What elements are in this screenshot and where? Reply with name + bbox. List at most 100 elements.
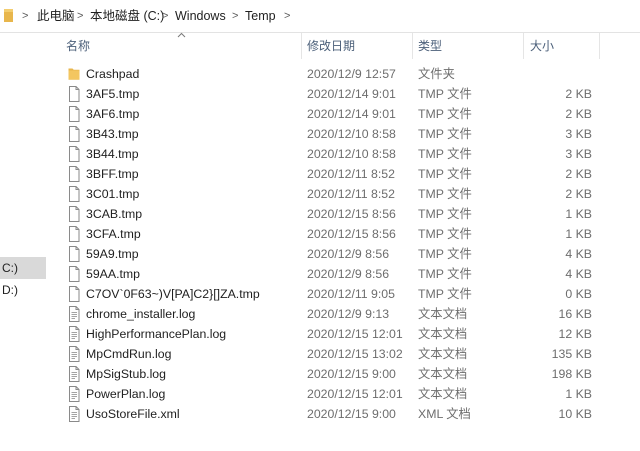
file-icon [68,126,80,142]
text-file-icon [68,306,80,322]
file-row[interactable]: 3AF5.tmp 2020/12/14 9:01 TMP 文件 2 KB [62,84,600,104]
file-name: MpCmdRun.log [86,347,172,361]
file-icon [68,206,80,222]
file-modified-date: 2020/12/15 9:00 [307,367,396,381]
breadcrumb-separator-icon[interactable]: > [77,8,83,25]
file-size: 10 KB [558,407,593,421]
file-modified-date: 2020/12/15 8:56 [307,207,396,221]
breadcrumb-separator-icon[interactable]: > [162,8,168,25]
folder-icon [4,9,13,22]
file-modified-date: 2020/12/9 8:56 [307,267,390,281]
file-modified-date: 2020/12/15 12:01 [307,327,403,341]
file-type: 文件夹 [418,67,455,81]
file-icon [68,286,80,302]
file-name: chrome_installer.log [86,307,196,321]
file-modified-date: 2020/12/15 13:02 [307,347,403,361]
file-icon [68,106,80,122]
column-header-type[interactable]: 类型 [418,35,442,57]
file-row[interactable]: HighPerformancePlan.log 2020/12/15 12:01 文… [62,324,600,344]
file-type: 文本文档 [418,387,468,401]
file-modified-date: 2020/12/14 9:01 [307,87,396,101]
file-name: MpSigStub.log [86,367,166,381]
file-row[interactable]: C7OV`0F63~)V[PA]C2}[]ZA.tmp 2020/12/11 9:… [62,284,600,304]
file-row[interactable]: 3B44.tmp 2020/12/10 8:58 TMP 文件 3 KB [62,144,600,164]
file-type: TMP 文件 [418,87,472,101]
file-row[interactable]: 3CFA.tmp 2020/12/15 8:56 TMP 文件 1 KB [62,224,600,244]
file-type: TMP 文件 [418,207,472,221]
column-header-date[interactable]: 修改日期 [307,35,355,57]
nav-item-drive-c[interactable]: C:) [0,257,46,279]
column-divider[interactable] [599,33,600,59]
file-row[interactable]: 59AA.tmp 2020/12/9 8:56 TMP 文件 4 KB [62,264,600,284]
column-divider[interactable] [523,33,524,59]
file-modified-date: 2020/12/9 9:13 [307,307,390,321]
column-divider[interactable] [412,33,413,59]
breadcrumb-local-disk[interactable]: 本地磁盘 (C:) [90,8,164,25]
folder-icon [68,66,80,82]
file-row[interactable]: 3AF6.tmp 2020/12/14 9:01 TMP 文件 2 KB [62,104,600,124]
file-name: 3C01.tmp [86,187,140,201]
file-type: TMP 文件 [418,227,472,241]
file-type: 文本文档 [418,307,468,321]
file-modified-date: 2020/12/15 12:01 [307,387,403,401]
file-type: XML 文档 [418,407,471,421]
file-icon [68,86,80,102]
file-modified-date: 2020/12/10 8:58 [307,127,396,141]
file-row[interactable]: PowerPlan.log 2020/12/15 12:01 文本文档 1 KB [62,384,600,404]
file-type: TMP 文件 [418,247,472,261]
file-size: 198 KB [551,367,592,381]
file-name: 3BFF.tmp [86,167,139,181]
file-type: TMP 文件 [418,147,472,161]
breadcrumb-windows[interactable]: Windows [175,8,226,25]
address-bar[interactable]: > 此电脑 > 本地磁盘 (C:) > Windows > Temp > [0,0,640,33]
file-row[interactable]: 3C01.tmp 2020/12/11 8:52 TMP 文件 2 KB [62,184,600,204]
file-type: 文本文档 [418,327,468,341]
file-size: 16 KB [558,307,593,321]
file-row[interactable]: Crashpad 2020/12/9 12:57 文件夹 [62,64,600,84]
breadcrumb-separator-icon[interactable]: > [232,8,238,25]
file-size: 3 KB [565,147,592,161]
file-name: 3CFA.tmp [86,227,141,241]
file-size: 3 KB [565,127,592,141]
file-size: 1 KB [565,227,592,241]
breadcrumb-separator-icon[interactable]: > [284,8,290,25]
file-name: 3AF6.tmp [86,107,140,121]
file-type: TMP 文件 [418,167,472,181]
column-divider[interactable] [301,33,302,59]
file-name: 59AA.tmp [86,267,140,281]
file-size: 2 KB [565,167,592,181]
column-header-size[interactable]: 大小 [530,35,554,57]
file-row[interactable]: 3BFF.tmp 2020/12/11 8:52 TMP 文件 2 KB [62,164,600,184]
file-row[interactable]: 59A9.tmp 2020/12/9 8:56 TMP 文件 4 KB [62,244,600,264]
file-row[interactable]: 3CAB.tmp 2020/12/15 8:56 TMP 文件 1 KB [62,204,600,224]
file-size: 2 KB [565,87,592,101]
file-modified-date: 2020/12/11 8:52 [307,187,395,201]
breadcrumb-temp[interactable]: Temp [245,8,276,25]
file-name: Crashpad [86,67,140,81]
sort-ascending-icon [177,32,186,38]
file-modified-date: 2020/12/15 8:56 [307,227,396,241]
file-size: 1 KB [565,207,592,221]
column-header-name[interactable]: 名称 [66,35,90,57]
file-icon [68,246,80,262]
file-icon [68,266,80,282]
file-row[interactable]: MpSigStub.log 2020/12/15 9:00 文本文档 198 KB [62,364,600,384]
file-size: 0 KB [565,287,592,301]
file-name: 3CAB.tmp [86,207,143,221]
file-row[interactable]: MpCmdRun.log 2020/12/15 13:02 文本文档 135 KB [62,344,600,364]
file-modified-date: 2020/12/15 9:00 [307,407,396,421]
file-size: 12 KB [558,327,593,341]
file-size: 2 KB [565,107,592,121]
file-modified-date: 2020/12/10 8:58 [307,147,396,161]
file-size: 4 KB [565,267,592,281]
nav-item-drive-d[interactable]: D:) [0,279,46,301]
breadcrumb-separator-icon[interactable]: > [22,8,28,25]
file-size: 2 KB [565,187,592,201]
file-row[interactable]: 3B43.tmp 2020/12/10 8:58 TMP 文件 3 KB [62,124,600,144]
breadcrumb-this-pc[interactable]: 此电脑 [37,8,75,25]
file-modified-date: 2020/12/9 8:56 [307,247,390,261]
file-modified-date: 2020/12/11 8:52 [307,167,395,181]
file-row[interactable]: chrome_installer.log 2020/12/9 9:13 文本文档 16… [62,304,600,324]
file-type: TMP 文件 [418,127,472,141]
file-row[interactable]: UsoStoreFile.xml 2020/12/15 9:00 XML 文档 10 … [62,404,600,424]
